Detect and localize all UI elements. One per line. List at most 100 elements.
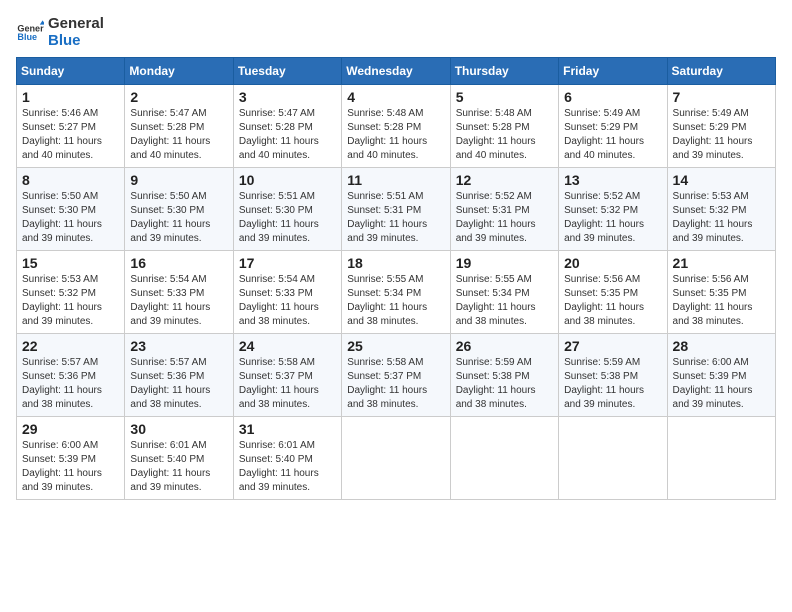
day-info: Sunrise: 5:46 AM Sunset: 5:27 PM Dayligh… [22, 107, 119, 163]
day-number: 20 [564, 255, 661, 271]
day-info: Sunrise: 5:56 AM Sunset: 5:35 PM Dayligh… [564, 273, 661, 329]
calendar-cell: 11 Sunrise: 5:51 AM Sunset: 5:31 PM Dayli… [342, 168, 450, 251]
day-info: Sunrise: 5:50 AM Sunset: 5:30 PM Dayligh… [22, 190, 119, 246]
calendar-cell: 29 Sunrise: 6:00 AM Sunset: 5:39 PM Dayli… [17, 417, 125, 500]
day-number: 31 [239, 421, 336, 437]
day-info: Sunrise: 5:48 AM Sunset: 5:28 PM Dayligh… [456, 107, 553, 163]
day-info: Sunrise: 6:00 AM Sunset: 5:39 PM Dayligh… [673, 356, 770, 412]
calendar-cell: 19 Sunrise: 5:55 AM Sunset: 5:34 PM Dayli… [450, 251, 558, 334]
day-info: Sunrise: 5:47 AM Sunset: 5:28 PM Dayligh… [239, 107, 336, 163]
day-number: 8 [22, 172, 119, 188]
day-info: Sunrise: 5:50 AM Sunset: 5:30 PM Dayligh… [130, 190, 227, 246]
day-info: Sunrise: 6:01 AM Sunset: 5:40 PM Dayligh… [130, 439, 227, 495]
weekday-header-sunday: Sunday [17, 58, 125, 85]
calendar-cell: 4Sunrise: 5:48 AM Sunset: 5:28 PM Daylig… [342, 85, 450, 168]
day-number: 27 [564, 338, 661, 354]
calendar-cell: 5 Sunrise: 5:48 AM Sunset: 5:28 PM Daylig… [450, 85, 558, 168]
day-number: 23 [130, 338, 227, 354]
day-info: Sunrise: 5:58 AM Sunset: 5:37 PM Dayligh… [347, 356, 444, 412]
day-info: Sunrise: 5:49 AM Sunset: 5:29 PM Dayligh… [564, 107, 661, 163]
day-number: 11 [347, 172, 444, 188]
day-number: 25 [347, 338, 444, 354]
weekday-header-thursday: Thursday [450, 58, 558, 85]
day-number: 4 [347, 89, 444, 105]
day-number: 19 [456, 255, 553, 271]
calendar-cell: 12 Sunrise: 5:52 AM Sunset: 5:31 PM Dayli… [450, 168, 558, 251]
calendar-week-1: 1 Sunrise: 5:46 AM Sunset: 5:27 PM Daylig… [17, 85, 776, 168]
calendar-cell: 20 Sunrise: 5:56 AM Sunset: 5:35 PM Dayli… [559, 251, 667, 334]
calendar-body: 1 Sunrise: 5:46 AM Sunset: 5:27 PM Daylig… [17, 85, 776, 500]
day-info: Sunrise: 5:54 AM Sunset: 5:33 PM Dayligh… [130, 273, 227, 329]
calendar-cell: 28 Sunrise: 6:00 AM Sunset: 5:39 PM Dayli… [667, 334, 775, 417]
calendar-table: SundayMondayTuesdayWednesdayThursdayFrid… [16, 57, 776, 500]
day-number: 12 [456, 172, 553, 188]
day-number: 15 [22, 255, 119, 271]
calendar-cell [342, 417, 450, 500]
weekday-header-saturday: Saturday [667, 58, 775, 85]
calendar-cell: 16Sunrise: 5:54 AM Sunset: 5:33 PM Dayli… [125, 251, 233, 334]
day-number: 1 [22, 89, 119, 105]
day-info: Sunrise: 5:53 AM Sunset: 5:32 PM Dayligh… [22, 273, 119, 329]
day-info: Sunrise: 5:51 AM Sunset: 5:30 PM Dayligh… [239, 190, 336, 246]
day-info: Sunrise: 5:55 AM Sunset: 5:34 PM Dayligh… [456, 273, 553, 329]
calendar-cell: 24 Sunrise: 5:58 AM Sunset: 5:37 PM Dayli… [233, 334, 341, 417]
day-info: Sunrise: 5:55 AM Sunset: 5:34 PM Dayligh… [347, 273, 444, 329]
svg-text:Blue: Blue [17, 32, 37, 42]
calendar-cell: 15 Sunrise: 5:53 AM Sunset: 5:32 PM Dayli… [17, 251, 125, 334]
calendar-cell: 30 Sunrise: 6:01 AM Sunset: 5:40 PM Dayli… [125, 417, 233, 500]
calendar-cell: 26 Sunrise: 5:59 AM Sunset: 5:38 PM Dayli… [450, 334, 558, 417]
calendar-cell: 2Sunrise: 5:47 AM Sunset: 5:28 PM Daylig… [125, 85, 233, 168]
calendar-cell: 18Sunrise: 5:55 AM Sunset: 5:34 PM Dayli… [342, 251, 450, 334]
day-info: Sunrise: 5:51 AM Sunset: 5:31 PM Dayligh… [347, 190, 444, 246]
day-info: Sunrise: 5:57 AM Sunset: 5:36 PM Dayligh… [22, 356, 119, 412]
calendar-cell: 21 Sunrise: 5:56 AM Sunset: 5:35 PM Dayli… [667, 251, 775, 334]
calendar-cell: 7Sunrise: 5:49 AM Sunset: 5:29 PM Daylig… [667, 85, 775, 168]
calendar-cell: 13 Sunrise: 5:52 AM Sunset: 5:32 PM Dayli… [559, 168, 667, 251]
day-info: Sunrise: 5:59 AM Sunset: 5:38 PM Dayligh… [456, 356, 553, 412]
calendar-header-row: SundayMondayTuesdayWednesdayThursdayFrid… [17, 58, 776, 85]
calendar-cell: 27 Sunrise: 5:59 AM Sunset: 5:38 PM Dayli… [559, 334, 667, 417]
weekday-header-tuesday: Tuesday [233, 58, 341, 85]
day-info: Sunrise: 5:58 AM Sunset: 5:37 PM Dayligh… [239, 356, 336, 412]
calendar-cell [450, 417, 558, 500]
calendar-cell: 8 Sunrise: 5:50 AM Sunset: 5:30 PM Daylig… [17, 168, 125, 251]
calendar-cell: 25 Sunrise: 5:58 AM Sunset: 5:37 PM Dayli… [342, 334, 450, 417]
day-number: 30 [130, 421, 227, 437]
day-number: 22 [22, 338, 119, 354]
page-header: General Blue General Blue [16, 16, 776, 49]
day-number: 5 [456, 89, 553, 105]
day-info: Sunrise: 5:49 AM Sunset: 5:29 PM Dayligh… [673, 107, 770, 163]
calendar-cell: 10Sunrise: 5:51 AM Sunset: 5:30 PM Dayli… [233, 168, 341, 251]
calendar-cell: 31Sunrise: 6:01 AM Sunset: 5:40 PM Dayli… [233, 417, 341, 500]
day-number: 28 [673, 338, 770, 354]
calendar-week-5: 29 Sunrise: 6:00 AM Sunset: 5:39 PM Dayli… [17, 417, 776, 500]
day-number: 17 [239, 255, 336, 271]
calendar-cell: 3Sunrise: 5:47 AM Sunset: 5:28 PM Daylig… [233, 85, 341, 168]
day-number: 24 [239, 338, 336, 354]
day-info: Sunrise: 5:52 AM Sunset: 5:31 PM Dayligh… [456, 190, 553, 246]
day-info: Sunrise: 5:57 AM Sunset: 5:36 PM Dayligh… [130, 356, 227, 412]
day-number: 21 [673, 255, 770, 271]
calendar-cell: 14Sunrise: 5:53 AM Sunset: 5:32 PM Dayli… [667, 168, 775, 251]
day-info: Sunrise: 6:00 AM Sunset: 5:39 PM Dayligh… [22, 439, 119, 495]
calendar-week-3: 15 Sunrise: 5:53 AM Sunset: 5:32 PM Dayli… [17, 251, 776, 334]
logo: General Blue General Blue [16, 16, 104, 49]
calendar-cell [667, 417, 775, 500]
day-number: 29 [22, 421, 119, 437]
calendar-cell: 17 Sunrise: 5:54 AM Sunset: 5:33 PM Dayli… [233, 251, 341, 334]
calendar-cell: 22 Sunrise: 5:57 AM Sunset: 5:36 PM Dayli… [17, 334, 125, 417]
day-info: Sunrise: 5:54 AM Sunset: 5:33 PM Dayligh… [239, 273, 336, 329]
calendar-cell: 1 Sunrise: 5:46 AM Sunset: 5:27 PM Daylig… [17, 85, 125, 168]
day-info: Sunrise: 5:56 AM Sunset: 5:35 PM Dayligh… [673, 273, 770, 329]
calendar-week-2: 8 Sunrise: 5:50 AM Sunset: 5:30 PM Daylig… [17, 168, 776, 251]
day-info: Sunrise: 5:59 AM Sunset: 5:38 PM Dayligh… [564, 356, 661, 412]
logo-text: General Blue [48, 16, 104, 49]
day-number: 2 [130, 89, 227, 105]
weekday-header-friday: Friday [559, 58, 667, 85]
day-number: 13 [564, 172, 661, 188]
day-info: Sunrise: 5:52 AM Sunset: 5:32 PM Dayligh… [564, 190, 661, 246]
day-number: 14 [673, 172, 770, 188]
day-number: 26 [456, 338, 553, 354]
weekday-header-wednesday: Wednesday [342, 58, 450, 85]
logo-icon: General Blue [16, 19, 44, 47]
